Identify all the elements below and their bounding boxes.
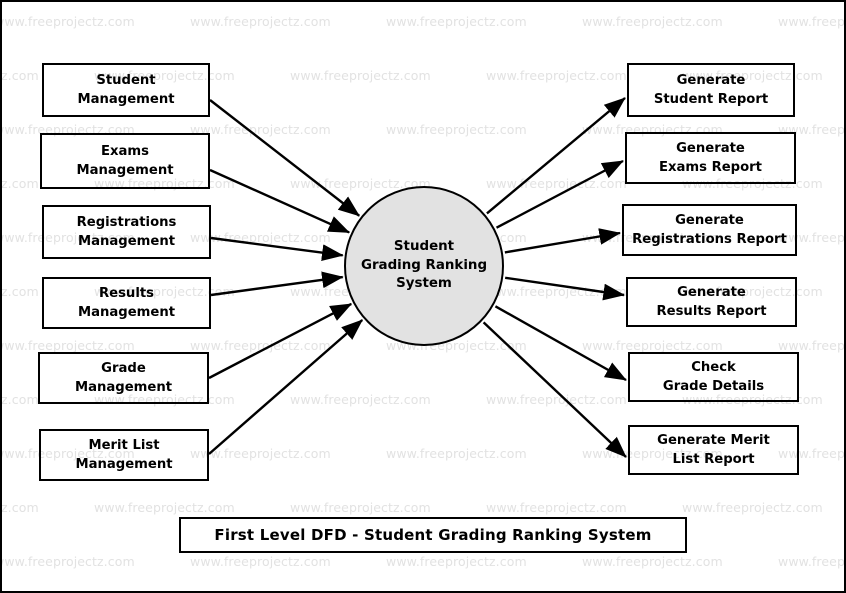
- output-generate-results-report[interactable]: Generate Results Report: [626, 277, 797, 327]
- watermark-text: www.freeprojectz.com: [190, 338, 331, 353]
- watermark-text: www.freeprojectz.com: [778, 338, 846, 353]
- output-label-line2: Student Report: [653, 92, 769, 107]
- dfd-diagram-canvas: www.freeprojectz.com www.freeprojectz.com…: [0, 0, 846, 593]
- watermark-text: www.freeprojectz.com: [190, 14, 331, 29]
- output-label-line2: Grade Details: [662, 379, 765, 394]
- output-label: Generate Student Report: [650, 71, 772, 109]
- watermark-text: www.freeprojectz.com: [778, 14, 846, 29]
- input-arrows: [208, 99, 364, 455]
- watermark-text: www.freeprojectz.com: [582, 14, 723, 29]
- output-label-line1: Generate: [676, 72, 746, 88]
- entity-label-line1: Student: [96, 72, 156, 88]
- flow-arrow-input-3: [210, 271, 344, 297]
- flow-arrow-output-2: [504, 228, 621, 254]
- output-label-line1: Generate: [676, 140, 745, 156]
- watermark-text: www.freeprojectz.com: [386, 122, 527, 137]
- watermark-text: www.freeprojectz.com: [290, 68, 431, 83]
- watermark-text: www.freeprojectz.com: [682, 500, 823, 515]
- output-label-line2: Exams Report: [658, 160, 762, 175]
- output-label-line1: Generate: [677, 284, 746, 300]
- entity-label-line2: Management: [77, 305, 176, 320]
- entity-label-line2: Management: [74, 380, 173, 395]
- flow-arrow-input-4: [208, 302, 353, 380]
- flow-arrow-output-4: [494, 305, 627, 382]
- flow-arrow-input-5: [208, 319, 364, 455]
- output-label: Generate Results Report: [652, 283, 770, 321]
- watermark-text: www.freeprojectz.com: [94, 500, 235, 515]
- process-label: Student Grading Ranking System: [361, 238, 487, 294]
- flow-arrow-input-1: [209, 168, 351, 234]
- output-generate-merit-list-report[interactable]: Generate Merit List Report: [628, 425, 799, 475]
- watermark-text: www.freeprojectz.com: [190, 446, 331, 461]
- entity-label-line1: Registrations: [76, 214, 177, 230]
- watermark-text: www.freeprojectz.com: [190, 122, 331, 137]
- watermark-text: www.freeprojectz.com: [386, 14, 527, 29]
- entity-label-line1: Grade: [101, 360, 146, 376]
- watermark-text: www.freeprojectz.com: [2, 14, 135, 29]
- entity-registrations-management[interactable]: Registrations Management: [42, 205, 211, 259]
- flow-arrow-input-2: [210, 236, 344, 261]
- watermark-text: www.freeprojectz.com: [290, 176, 431, 191]
- flow-arrow-output-5: [482, 321, 627, 458]
- watermark-text: www.freeprojectz.com: [2, 554, 135, 569]
- entity-label-line1: Results: [98, 285, 154, 301]
- entity-label: Registrations Management: [73, 213, 181, 251]
- flow-arrow-output-1: [495, 159, 624, 229]
- watermark-text: www.freeprojectz.com: [290, 500, 431, 515]
- entity-label-line2: Management: [77, 234, 176, 249]
- entity-label-line2: Management: [76, 163, 174, 178]
- watermark-text: www.freeprojectz.com: [2, 338, 135, 353]
- process-label-line3: System: [396, 276, 452, 292]
- watermark-text: www.freeprojectz.com: [582, 338, 723, 353]
- entity-results-management[interactable]: Results Management: [42, 277, 211, 329]
- output-label: Generate Merit List Report: [653, 431, 774, 469]
- watermark-text: www.freeprojectz.com: [582, 554, 723, 569]
- entity-label: Merit List Management: [71, 436, 176, 474]
- watermark-text: www.freeprojectz.com: [2, 500, 39, 515]
- output-generate-student-report[interactable]: Generate Student Report: [627, 63, 795, 117]
- flow-arrow-output-3: [504, 276, 625, 301]
- diagram-caption: First Level DFD - Student Grading Rankin…: [179, 517, 687, 553]
- output-generate-registrations-report[interactable]: Generate Registrations Report: [622, 204, 797, 256]
- entity-student-management[interactable]: Student Management: [42, 63, 210, 117]
- watermark-row: www.freeprojectz.com www.freeprojectz.com…: [2, 500, 844, 515]
- output-label-line1: Generate Merit: [657, 432, 770, 448]
- watermark-text: www.freeprojectz.com: [190, 554, 331, 569]
- watermark-text: www.freeprojectz.com: [778, 554, 846, 569]
- output-label: Generate Exams Report: [655, 139, 766, 177]
- output-label-line1: Generate: [675, 212, 744, 228]
- output-check-grade-details[interactable]: Check Grade Details: [628, 352, 799, 402]
- output-label-line2: Registrations Report: [632, 232, 787, 247]
- watermark-row: www.freeprojectz.com www.freeprojectz.com…: [2, 554, 846, 569]
- entity-label: Exams Management: [72, 142, 177, 180]
- output-generate-exams-report[interactable]: Generate Exams Report: [625, 132, 796, 184]
- entity-label: Results Management: [74, 284, 179, 322]
- watermark-text: www.freeprojectz.com: [386, 446, 527, 461]
- entity-label: Student Management: [73, 71, 178, 109]
- entity-exams-management[interactable]: Exams Management: [40, 133, 210, 189]
- flow-arrow-output-0: [486, 97, 626, 215]
- process-student-grading-ranking-system[interactable]: Student Grading Ranking System: [344, 186, 504, 346]
- output-label-line2: Results Report: [656, 304, 767, 319]
- entity-label-line2: Management: [77, 92, 175, 107]
- entity-label-line1: Merit List: [88, 437, 160, 453]
- entity-merit-list-management[interactable]: Merit List Management: [39, 429, 209, 481]
- watermark-text: www.freeprojectz.com: [386, 554, 527, 569]
- entity-label: Grade Management: [71, 359, 176, 397]
- watermark-text: www.freeprojectz.com: [486, 500, 627, 515]
- flow-arrow-input-0: [209, 99, 360, 217]
- output-label-line2: List Report: [672, 452, 755, 467]
- entity-grade-management[interactable]: Grade Management: [38, 352, 209, 404]
- process-label-line2: Grading Ranking: [360, 257, 488, 273]
- output-arrows: [482, 97, 627, 458]
- output-label: Generate Registrations Report: [628, 211, 791, 249]
- output-label-line1: Check: [691, 359, 736, 375]
- diagram-caption-text: First Level DFD - Student Grading Rankin…: [214, 526, 652, 544]
- output-label: Check Grade Details: [659, 358, 768, 396]
- watermark-row: www.freeprojectz.com www.freeprojectz.com…: [2, 14, 846, 29]
- entity-label-line2: Management: [75, 457, 173, 472]
- process-label-line1: Student: [393, 239, 455, 255]
- entity-label-line1: Exams: [100, 143, 149, 159]
- watermark-text: www.freeprojectz.com: [290, 392, 431, 407]
